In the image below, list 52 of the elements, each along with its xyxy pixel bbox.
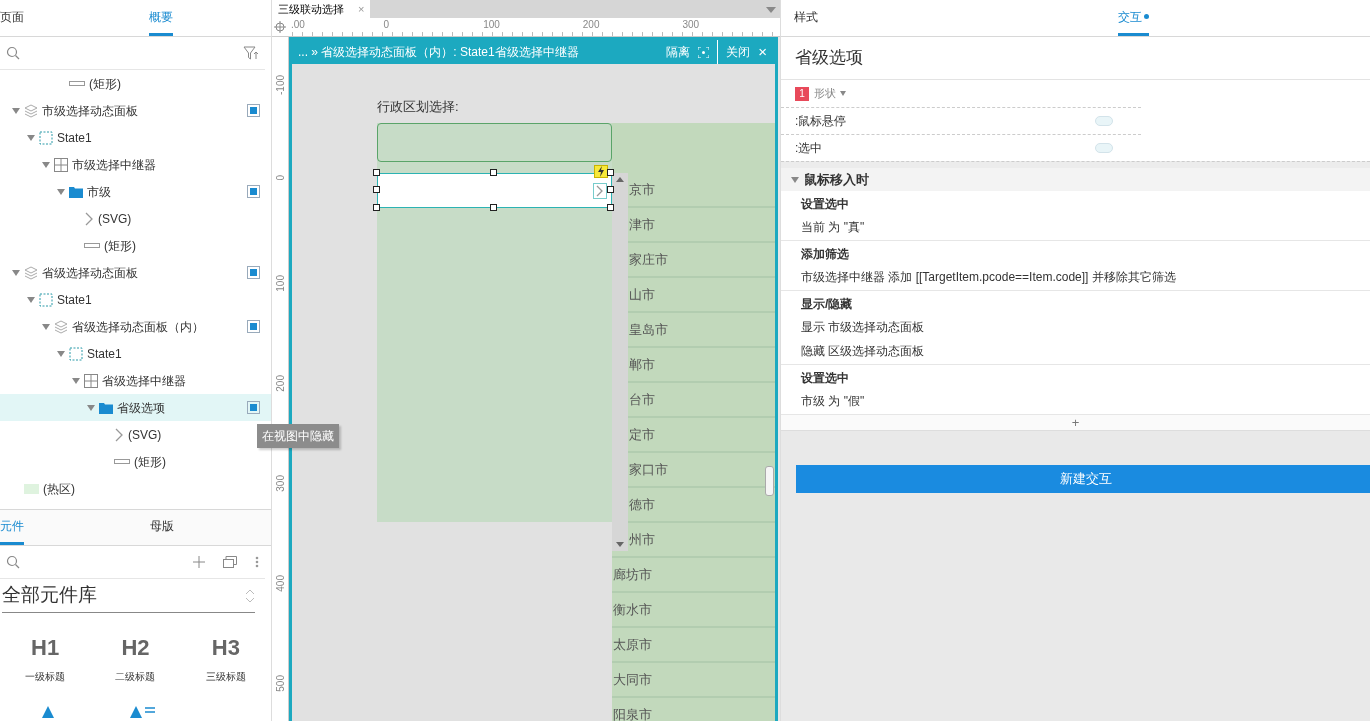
tab-label: 三级联动选择 [278, 1, 344, 17]
tree-item-label: 省级选项 [117, 399, 165, 417]
action-detail: 市级选择中继器 添加 [[TargetItem.pcode==Item.code]] 并移除其它筛选 [801, 269, 1177, 286]
tree-item-label: State1 [57, 291, 92, 309]
ruler-label: 300 [681, 18, 701, 32]
tree-item-label: 市级 [87, 183, 111, 201]
ruler-label: 500 [273, 675, 287, 692]
ruler-label: 100 [273, 275, 287, 292]
library-select-value: 全部元件库 [2, 583, 97, 608]
tree-item-label: (SVG) [98, 210, 132, 228]
widget-name: 省级选项 [781, 37, 1370, 80]
state-label: :鼠标悬停 [795, 113, 847, 130]
action-detail: 当前 为 "真" [801, 219, 866, 236]
widget-glyph: H1 [31, 635, 60, 661]
ruler-label: 400 [273, 575, 287, 592]
count-badge: 1 [795, 86, 809, 101]
tree-item-label: (矩形) [104, 237, 136, 255]
action-title: 添加筛选 [801, 246, 850, 263]
state-label: :选中 [795, 140, 823, 157]
widget-label: 二级标题 [115, 670, 156, 684]
tree-item-label: 市级选择中继器 [72, 156, 156, 174]
ruler-label: -100 [273, 75, 287, 95]
action-detail: 市级 为 "假" [801, 393, 866, 410]
ruler-label: 300 [273, 475, 287, 492]
action-title: 设置选中 [801, 370, 850, 387]
ruler-label: 0 [273, 175, 287, 181]
tree-item-label: (热区) [43, 480, 75, 498]
breadcrumb: ... » 省级选择动态面板（内）: State1省级选择中继器 [297, 44, 580, 61]
action-detail: 显示 市级选择动态面板 [801, 319, 926, 336]
tree-item-label: 市级选择动态面板 [42, 102, 138, 120]
tree-item-label: (矩形) [134, 453, 166, 471]
tooltip: 在视图中隐藏 [257, 424, 339, 448]
action-title: 显示/隐藏 [801, 296, 854, 313]
tree-item-label: 省级选择动态面板 [42, 264, 138, 282]
ruler-label: 0 [382, 18, 391, 32]
tree-item-label: 省级选择中继器 [102, 372, 186, 390]
widget-glyph: H2 [121, 635, 150, 661]
widget-label: 三级标题 [205, 670, 246, 684]
widget-glyph: H3 [211, 635, 240, 661]
tree-item-label: (矩形) [89, 75, 121, 93]
ruler-label: 100 [482, 18, 501, 32]
form-label: 行政区划选择: [377, 98, 460, 116]
action-detail: 隐藏 区级选择动态面板 [801, 343, 926, 360]
tree-item-label: State1 [57, 129, 92, 147]
action-title: 设置选中 [801, 196, 850, 213]
ruler-label: .00 [289, 18, 306, 32]
ruler-label: 200 [273, 375, 287, 392]
tree-item-label: (SVG) [128, 426, 162, 444]
tree-item-label: State1 [87, 345, 122, 363]
widget-label: 一级标题 [25, 670, 66, 684]
ruler-label: 200 [581, 18, 601, 32]
tree-item-label: 省级选择动态面板（内） [72, 318, 204, 336]
